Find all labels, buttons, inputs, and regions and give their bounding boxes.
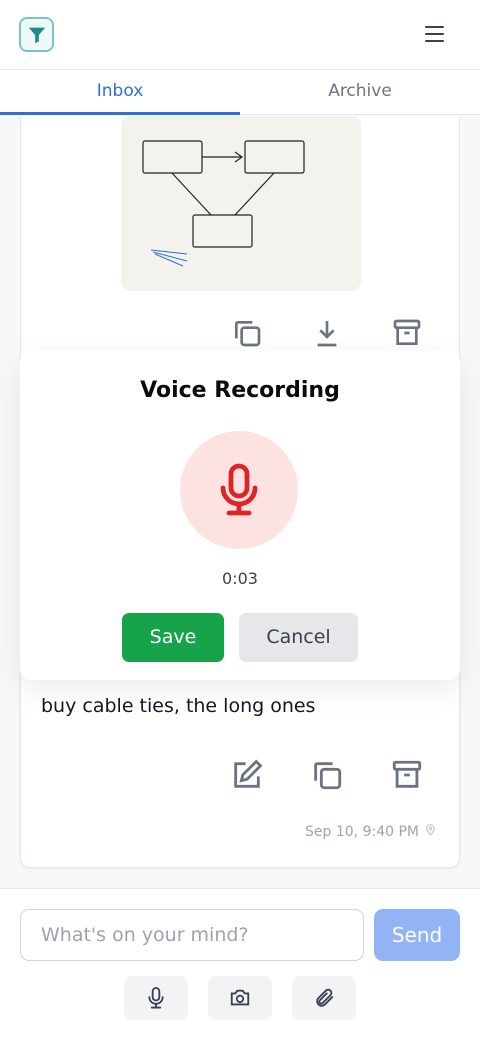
note-input[interactable]: What's on your mind? [20,909,364,961]
attach-button[interactable] [292,976,356,1020]
location-pin-icon [424,823,437,840]
tab-archive[interactable]: Archive [240,70,480,114]
text-note-card: buy cable ties, the long ones Sep 10, 9:… [20,656,460,868]
cancel-button[interactable]: Cancel [239,613,358,662]
hamburger-menu-icon[interactable] [425,25,444,43]
flow-diagram-image[interactable] [121,116,361,291]
microphone-button[interactable] [124,976,188,1020]
microphone-icon [220,463,258,516]
tab-inbox[interactable]: Inbox [0,70,240,115]
camera-button[interactable] [208,976,272,1020]
note-timestamp: Sep 10, 9:40 PM [305,823,437,840]
tab-bar: Inbox Archive [0,70,480,115]
modal-title: Voice Recording [140,378,340,403]
download-icon[interactable] [309,315,344,350]
save-button[interactable]: Save [122,613,224,662]
composer-tools [124,976,356,1020]
funnel-logo-icon[interactable] [19,17,54,52]
paperclip-icon [316,988,334,1007]
image-note-actions [229,315,424,350]
archive-icon[interactable] [389,315,424,350]
timestamp-text: Sep 10, 9:40 PM [305,823,419,840]
archive-icon[interactable] [389,757,424,792]
note-actions [229,757,424,792]
voice-recording-modal: Voice Recording 0:03 Save Cancel [20,350,460,680]
recording-timer: 0:03 [222,569,258,588]
microphone-icon [148,987,164,1009]
camera-icon [230,989,250,1006]
app-header [0,0,480,70]
note-text: buy cable ties, the long ones [41,695,316,717]
recording-indicator[interactable] [180,431,298,549]
copy-icon[interactable] [309,757,344,792]
composer: What's on your mind? Send [0,888,480,1039]
edit-icon[interactable] [229,757,264,792]
copy-icon[interactable] [229,315,264,350]
send-button[interactable]: Send [374,909,460,961]
